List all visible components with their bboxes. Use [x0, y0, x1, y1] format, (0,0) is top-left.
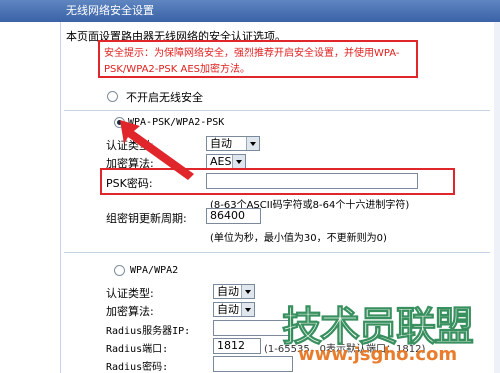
annotation-arrow-icon — [120, 120, 194, 180]
psk-password-input[interactable] — [206, 173, 418, 189]
frame-border — [60, 22, 61, 373]
radius-ip-label: Radius服务器IP: — [106, 326, 191, 337]
psk-encryption-select[interactable]: AES — [206, 154, 246, 169]
section-divider — [64, 252, 490, 253]
psk-auth-type-select[interactable]: 自动 — [206, 136, 260, 151]
radius-password-label: Radius密码: — [106, 362, 169, 373]
radius-port-label: Radius端口: — [106, 344, 169, 355]
security-tip-line1: 安全提示：为保障网络安全，强烈推荐开启安全设置，并使用WPA- — [104, 48, 400, 59]
wpa-encryption-label: 加密算法: — [106, 305, 154, 318]
wpa-encryption-value: 自动 — [217, 303, 239, 316]
window-title: 无线网络安全设置 — [0, 0, 500, 22]
watermark-url: www.jsgho.com — [298, 344, 458, 365]
wpa-auth-type-value: 自动 — [217, 285, 239, 298]
psk-auth-type-value: 自动 — [210, 137, 232, 150]
frame-scroll-edge — [494, 22, 500, 373]
chevron-down-icon — [232, 155, 245, 168]
psk-encryption-value: AES — [210, 155, 232, 168]
wpa-auth-type-label: 认证类型: — [106, 287, 154, 300]
wpa-auth-type-select[interactable]: 自动 — [213, 284, 255, 299]
option-wpa-label: WPA/WPA2 — [130, 265, 179, 276]
rekey-period-input[interactable]: 86400 — [206, 208, 261, 224]
chevron-down-icon — [241, 303, 254, 316]
radius-ip-input[interactable] — [213, 320, 293, 336]
wpa-encryption-select[interactable]: 自动 — [213, 302, 255, 317]
chevron-down-icon — [241, 285, 254, 298]
radio-disable-security[interactable] — [107, 91, 118, 102]
chevron-down-icon — [246, 137, 259, 150]
security-tip-line2: PSK/WPA2-PSK AES加密方法。 — [104, 64, 251, 75]
radius-port-input[interactable]: 1812 — [213, 338, 261, 354]
rekey-period-hint: (单位为秒，最小值为30，不更新则为0) — [210, 233, 387, 244]
radius-password-input[interactable] — [213, 356, 293, 372]
radio-wpa[interactable] — [114, 265, 125, 276]
rekey-period-label: 组密钥更新周期: — [106, 212, 187, 225]
option-disable-label: 不开启无线安全 — [126, 91, 203, 104]
section-divider — [64, 110, 490, 111]
